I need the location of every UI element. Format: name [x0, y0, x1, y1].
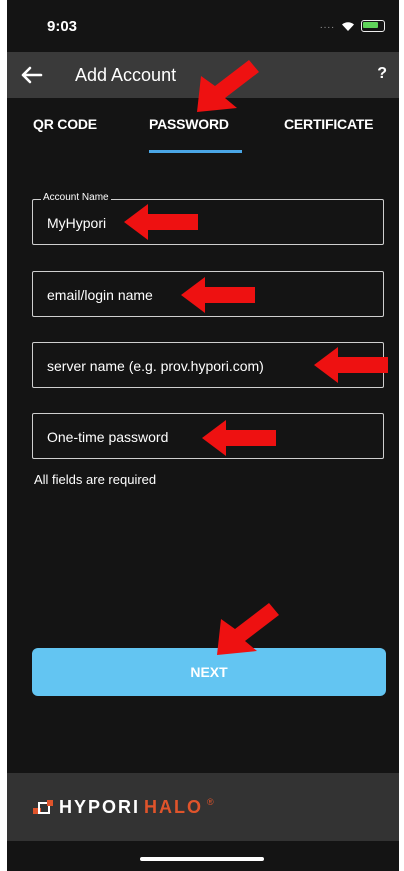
- annotation-arrow-icon: [202, 420, 276, 456]
- phone-screen: 9:03 .... Add Account ? QR CODE PASSWORD…: [7, 0, 399, 871]
- footer: HYPORI HALO ®: [7, 773, 399, 841]
- tab-certificate[interactable]: CERTIFICATE: [284, 116, 374, 132]
- brand-hypori: HYPORI: [59, 797, 141, 817]
- annotation-arrow-icon: [217, 603, 279, 655]
- annotation-arrow-icon: [124, 204, 198, 240]
- next-button[interactable]: NEXT: [32, 648, 386, 696]
- annotation-arrow-icon: [314, 347, 388, 383]
- account-name-value: MyHypori: [47, 215, 107, 231]
- hypori-halo-logo: HYPORI HALO ®: [33, 797, 214, 818]
- brand-halo: HALO: [144, 797, 204, 817]
- tab-password[interactable]: PASSWORD: [149, 116, 229, 132]
- page-title: Add Account: [75, 65, 177, 85]
- back-arrow-icon[interactable]: [19, 62, 45, 88]
- account-name-label: Account Name: [41, 192, 111, 203]
- battery-icon: [361, 20, 385, 32]
- status-icons: ....: [320, 20, 385, 32]
- status-bar: 9:03 ....: [7, 0, 399, 52]
- help-icon[interactable]: ?: [377, 65, 387, 83]
- annotation-arrow-icon: [181, 277, 255, 313]
- trademark: ®: [207, 797, 214, 807]
- signal-icon: ....: [319, 20, 335, 31]
- server-placeholder: server name (e.g. prov.hypori.com): [47, 358, 264, 374]
- status-time: 9:03: [47, 18, 78, 35]
- login-placeholder: email/login name: [47, 287, 153, 303]
- wifi-icon: [342, 21, 354, 31]
- account-name-field[interactable]: Account Name MyHypori: [32, 192, 384, 245]
- home-indicator[interactable]: [140, 857, 264, 861]
- tab-selected-indicator: [149, 150, 242, 153]
- hypori-logo-icon: [33, 799, 53, 814]
- annotation-arrow-icon: [197, 60, 259, 112]
- tab-qr-code[interactable]: QR CODE: [33, 116, 97, 132]
- otp-placeholder: One-time password: [47, 429, 169, 445]
- helper-text: All fields are required: [34, 472, 157, 487]
